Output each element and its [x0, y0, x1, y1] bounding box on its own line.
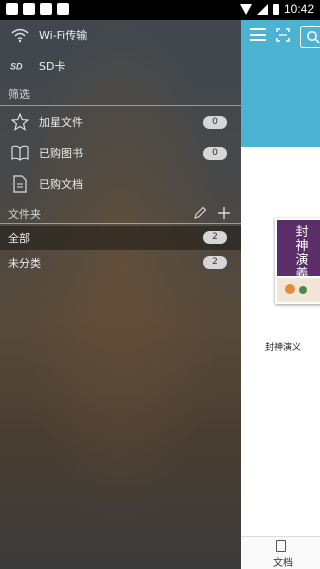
document-icon — [276, 540, 286, 552]
tab-label: 文档 — [273, 558, 293, 569]
document-icon — [10, 174, 30, 194]
divider — [0, 105, 241, 106]
book-title[interactable]: 封神演义 — [265, 340, 301, 353]
app-main: 封神演義 封神演义 文档 — [241, 20, 320, 569]
image-notification-icon — [6, 3, 18, 15]
drawer-item-starred[interactable]: 加星文件 0 — [0, 107, 241, 137]
cover-title: 封神演義 — [295, 225, 309, 282]
app-notification-icon — [23, 3, 35, 15]
star-icon — [10, 112, 30, 132]
system-icons: 10:42 — [239, 2, 314, 16]
drawer-item-purchased-documents[interactable]: 已购文档 — [0, 169, 241, 199]
drawer-item-label: 已购图书 — [39, 147, 83, 160]
folder-item-uncategorized[interactable]: 未分类 2 — [0, 251, 241, 275]
drawer-item-label: 已购文档 — [39, 178, 83, 191]
app-header — [241, 20, 320, 147]
wifi-icon — [10, 25, 30, 45]
signal-icon — [256, 3, 268, 15]
search-box[interactable] — [300, 26, 320, 48]
plus-icon[interactable] — [217, 206, 231, 220]
clock: 10:42 — [283, 2, 314, 16]
drawer-item-wifi-transfer[interactable]: Wi-Fi传输 — [0, 20, 241, 50]
drawer-item-label: Wi-Fi传输 — [39, 29, 88, 42]
count-badge: 2 — [203, 256, 227, 269]
app-notification-icon — [40, 3, 52, 15]
drawer-item-sd-card[interactable]: SD SD卡 — [0, 51, 241, 81]
navigation-drawer: Wi-Fi传输 SD SD卡 筛选 加星文件 0 已购图书 0 已购文档 文件夹… — [0, 20, 241, 569]
divider — [0, 223, 241, 224]
folder-item-all[interactable]: 全部 2 — [0, 226, 241, 250]
scan-icon[interactable] — [276, 28, 290, 42]
battery-icon — [272, 3, 279, 15]
drawer-item-label: 加星文件 — [39, 116, 83, 129]
drawer-item-label: SD卡 — [39, 60, 66, 73]
section-title-folders: 文件夹 — [8, 208, 41, 221]
pencil-icon[interactable] — [193, 206, 207, 220]
tab-documents[interactable]: 文档 — [241, 536, 320, 569]
app-notification-icon — [57, 3, 69, 15]
wifi-status-icon — [239, 3, 252, 15]
menu-icon[interactable] — [250, 28, 266, 41]
notification-icons — [6, 3, 69, 15]
count-badge: 0 — [203, 146, 227, 160]
search-icon — [307, 31, 320, 44]
folder-label: 全部 — [8, 232, 30, 245]
status-bar: 10:42 — [0, 0, 320, 20]
sd-card-icon: SD — [10, 56, 30, 76]
book-open-icon — [10, 143, 30, 163]
count-badge: 2 — [203, 231, 227, 244]
section-title-filter: 筛选 — [8, 88, 30, 101]
count-badge: 0 — [203, 115, 227, 129]
drawer-item-purchased-books[interactable]: 已购图书 0 — [0, 138, 241, 168]
folder-label: 未分类 — [8, 257, 41, 270]
svg-text:SD: SD — [10, 62, 23, 72]
book-cover[interactable]: 封神演義 — [275, 218, 320, 304]
